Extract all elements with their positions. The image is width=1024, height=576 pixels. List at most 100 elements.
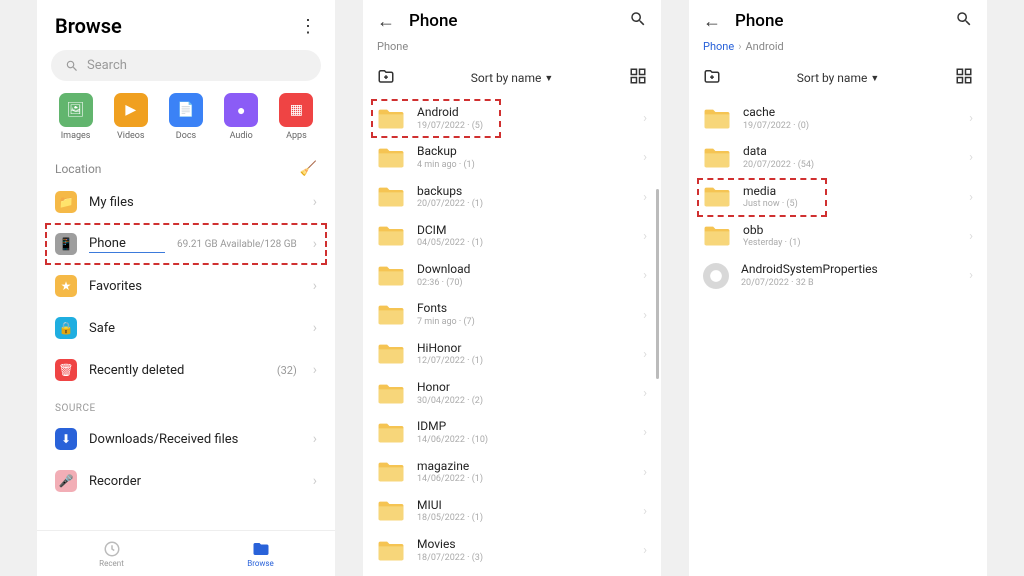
- file-item[interactable]: DCIM04/05/2022 · (1)›: [363, 217, 661, 256]
- folder-icon: [703, 225, 731, 247]
- file-item[interactable]: data20/07/2022 · (54)›: [689, 138, 987, 177]
- location-list: 📁My files›📱Phone69.21 GB Available/128 G…: [37, 181, 335, 391]
- chevron-right-icon: ›: [643, 504, 647, 519]
- folder-icon: [377, 304, 405, 326]
- nav-browse[interactable]: Browse: [186, 531, 335, 576]
- chevron-right-icon: ›: [643, 347, 647, 362]
- folder-icon: [703, 147, 731, 169]
- panel-browse: Browse ⋮ Search 🖼Images▶Videos📄Docs●Audi…: [37, 0, 335, 576]
- file-item[interactable]: Android19/07/2022 · (5)›: [363, 99, 661, 138]
- file-item[interactable]: Backup4 min ago · (1)›: [363, 138, 661, 177]
- page-title: Phone: [735, 11, 941, 31]
- back-icon[interactable]: ←: [377, 11, 395, 32]
- location-favorites[interactable]: ★Favorites›: [37, 265, 335, 307]
- file-item[interactable]: Music13/07/2022 · (2)›: [363, 570, 661, 576]
- clock-icon: [103, 540, 121, 558]
- chevron-right-icon: ›: [643, 308, 647, 323]
- chevron-right-icon: ›: [643, 190, 647, 205]
- category-videos[interactable]: ▶Videos: [106, 93, 155, 141]
- file-item[interactable]: magazine14/06/2022 · (1)›: [363, 453, 661, 492]
- search-input[interactable]: Search: [51, 50, 321, 81]
- bottom-nav: Recent Browse: [37, 530, 335, 576]
- system-file-icon: [703, 263, 729, 289]
- file-item[interactable]: obbYesterday · (1)›: [689, 217, 987, 256]
- chevron-right-icon: ›: [643, 229, 647, 244]
- folder-icon: [377, 343, 405, 365]
- source-recorder[interactable]: 🎤Recorder›: [37, 460, 335, 502]
- location-recently-deleted[interactable]: 🗑Recently deleted(32)›: [37, 349, 335, 391]
- category-docs[interactable]: 📄Docs: [161, 93, 210, 141]
- more-menu-icon[interactable]: ⋮: [299, 16, 317, 37]
- chevron-right-icon: ›: [313, 278, 317, 294]
- download-icon: ⬇: [55, 428, 77, 450]
- category-row: 🖼Images▶Videos📄Docs●Audio▦Apps: [37, 93, 335, 153]
- location-phone[interactable]: 📱Phone69.21 GB Available/128 GB›: [37, 223, 335, 265]
- folder-icon: [377, 540, 405, 562]
- chevron-right-icon: ›: [969, 150, 973, 165]
- file-item[interactable]: Movies18/07/2022 · (3)›: [363, 531, 661, 570]
- file-item[interactable]: cache19/07/2022 · (0)›: [689, 99, 987, 138]
- file-item[interactable]: Download02:36 · (70)›: [363, 256, 661, 295]
- chevron-right-icon: ›: [643, 465, 647, 480]
- file-item[interactable]: MIUI18/05/2022 · (1)›: [363, 492, 661, 531]
- phone-icon: 📱: [55, 233, 77, 255]
- category-images[interactable]: 🖼Images: [51, 93, 100, 141]
- page-title: Browse: [55, 14, 122, 38]
- folder-icon: [377, 147, 405, 169]
- folder-icon: [703, 186, 731, 208]
- trash-icon: 🗑: [55, 359, 77, 381]
- file-item[interactable]: AndroidSystemProperties20/07/2022 · 32 B…: [689, 256, 987, 295]
- search-placeholder: Search: [87, 58, 127, 73]
- grid-view-icon[interactable]: [955, 67, 973, 89]
- source-downloads-received-files[interactable]: ⬇Downloads/Received files›: [37, 418, 335, 460]
- new-folder-icon[interactable]: [703, 67, 721, 89]
- breadcrumb[interactable]: Phone›Android: [689, 38, 987, 61]
- file-item[interactable]: backups20/07/2022 · (1)›: [363, 178, 661, 217]
- panel-phone-root: ← Phone Phone Sort by name ▼ Android19/0…: [363, 0, 661, 576]
- chevron-right-icon: ›: [969, 111, 973, 126]
- folder-icon: [377, 383, 405, 405]
- nav-recent[interactable]: Recent: [37, 531, 186, 576]
- category-apps[interactable]: ▦Apps: [272, 93, 321, 141]
- chevron-right-icon: ›: [313, 362, 317, 378]
- lock-icon: 🔒: [55, 317, 77, 339]
- chevron-right-icon: ›: [643, 150, 647, 165]
- back-icon[interactable]: ←: [703, 11, 721, 32]
- chevron-right-icon: ›: [969, 268, 973, 283]
- star-icon: ★: [55, 275, 77, 297]
- location-safe[interactable]: 🔒Safe›: [37, 307, 335, 349]
- cleanup-icon[interactable]: 🧹: [300, 161, 317, 177]
- file-item[interactable]: mediaJust now · (5)›: [689, 178, 987, 217]
- chevron-right-icon: ›: [643, 543, 647, 558]
- file-list: Android19/07/2022 · (5)›Backup4 min ago …: [363, 99, 661, 576]
- source-list: ⬇Downloads/Received files›🎤Recorder›: [37, 418, 335, 502]
- mic-icon: 🎤: [55, 470, 77, 492]
- chevron-right-icon: ›: [313, 236, 317, 252]
- file-item[interactable]: Honor30/04/2022 · (2)›: [363, 374, 661, 413]
- sort-dropdown[interactable]: Sort by name ▼: [797, 71, 880, 85]
- file-item[interactable]: IDMP14/06/2022 · (10)›: [363, 413, 661, 452]
- chevron-right-icon: ›: [969, 190, 973, 205]
- page-title: Phone: [409, 11, 615, 31]
- folder-icon: [252, 540, 270, 558]
- search-icon: [65, 59, 79, 73]
- source-section-label: SOURCE: [37, 391, 335, 418]
- chevron-right-icon: ›: [313, 431, 317, 447]
- category-audio[interactable]: ●Audio: [217, 93, 266, 141]
- search-icon[interactable]: [955, 10, 973, 32]
- file-item[interactable]: HiHonor12/07/2022 · (1)›: [363, 335, 661, 374]
- breadcrumb[interactable]: Phone: [363, 38, 661, 61]
- chevron-right-icon: ›: [643, 268, 647, 283]
- folder-icon: [377, 461, 405, 483]
- folder-icon: [377, 422, 405, 444]
- file-item[interactable]: Fonts7 min ago · (7)›: [363, 295, 661, 334]
- new-folder-icon[interactable]: [377, 67, 395, 89]
- location-my-files[interactable]: 📁My files›: [37, 181, 335, 223]
- folder-icon: [377, 108, 405, 130]
- location-section-label: Location: [55, 162, 101, 176]
- search-icon[interactable]: [629, 10, 647, 32]
- sort-dropdown[interactable]: Sort by name ▼: [471, 71, 554, 85]
- chevron-right-icon: ›: [313, 194, 317, 210]
- chevron-right-icon: ›: [643, 425, 647, 440]
- grid-view-icon[interactable]: [629, 67, 647, 89]
